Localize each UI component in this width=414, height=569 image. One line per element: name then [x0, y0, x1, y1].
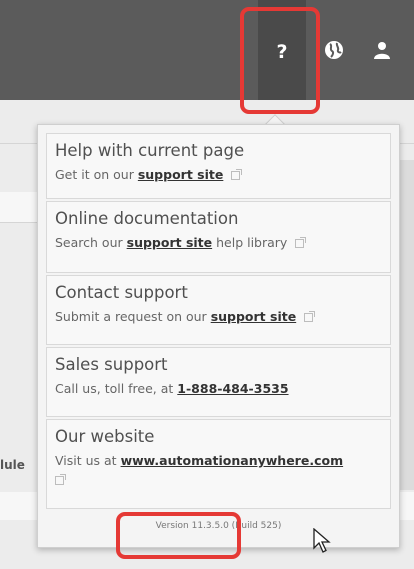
subtitle-text: Get it on our — [55, 167, 134, 182]
mouse-cursor-icon — [313, 528, 331, 553]
menu-item-subtitle: Get it on our support site — [55, 166, 382, 183]
top-bar: ? — [0, 0, 414, 100]
support-site-link[interactable]: support site — [127, 235, 213, 250]
menu-item-title: Help with current page — [55, 141, 245, 160]
support-site-link[interactable]: support site — [211, 309, 297, 324]
website-link[interactable]: www.automationanywhere.com — [121, 453, 344, 468]
highlight-help-button — [240, 7, 320, 114]
language-button[interactable] — [318, 0, 350, 100]
subtitle-text: Visit us at — [55, 453, 117, 468]
subtitle-text: Submit a request on our — [55, 309, 207, 324]
menu-item-online-documentation[interactable]: Online documentation Search our support … — [46, 201, 391, 273]
menu-item-help-current-page[interactable]: Help with current page Get it on our sup… — [46, 133, 391, 199]
user-button[interactable] — [364, 0, 400, 100]
external-link-icon — [295, 237, 307, 248]
globe-icon — [325, 41, 343, 59]
menu-item-title: Our website — [55, 427, 155, 446]
background-column — [400, 160, 414, 490]
menu-item-contact-support[interactable]: Contact support Submit a request on our … — [46, 275, 391, 345]
phone-link[interactable]: 1-888-484-3535 — [177, 381, 288, 396]
help-menu: Help with current page Get it on our sup… — [37, 124, 400, 548]
background-label: lule — [0, 458, 25, 472]
menu-item-sales-support[interactable]: Sales support Call us, toll free, at 1-8… — [46, 347, 391, 417]
menu-item-subtitle: Submit a request on our support site — [55, 308, 382, 325]
subtitle-text: Search our — [55, 235, 123, 250]
external-link-icon — [304, 311, 316, 322]
menu-item-our-website[interactable]: Our website Visit us at www.automationan… — [46, 419, 391, 509]
subtitle-text: Call us, toll free, at — [55, 381, 174, 396]
menu-item-title: Online documentation — [55, 209, 239, 228]
menu-item-subtitle: Visit us at www.automationanywhere.com — [55, 452, 382, 486]
menu-item-title: Sales support — [55, 355, 168, 374]
menu-item-subtitle: Call us, toll free, at 1-888-484-3535 — [55, 380, 382, 397]
user-icon — [374, 42, 390, 59]
external-link-icon — [231, 169, 243, 180]
menu-item-title: Contact support — [55, 283, 188, 302]
support-site-link[interactable]: support site — [138, 167, 224, 182]
menu-item-subtitle: Search our support site help library — [55, 234, 382, 251]
external-link-icon — [55, 474, 66, 485]
subtitle-text: help library — [216, 235, 288, 250]
highlight-version — [116, 512, 241, 559]
